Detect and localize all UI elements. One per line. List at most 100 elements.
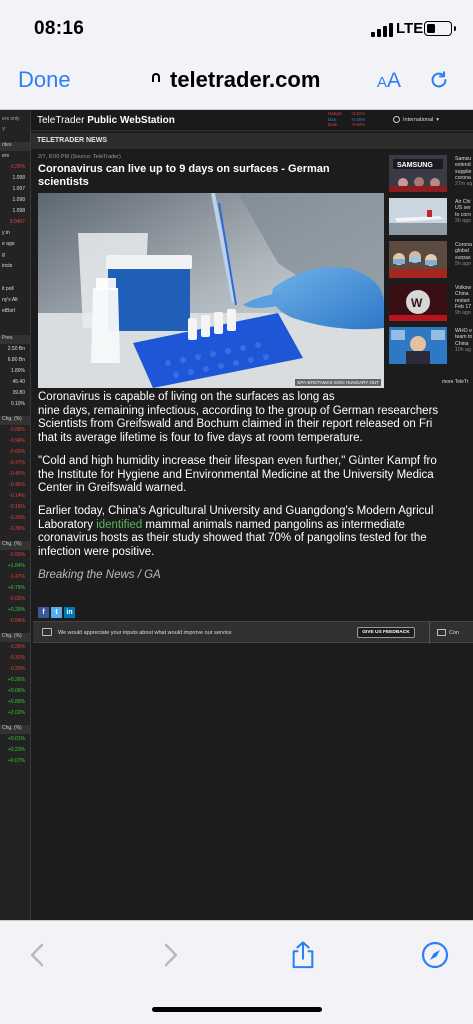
market-cell: -0.29%	[9, 644, 25, 650]
market-cell: +0.26%	[7, 677, 25, 683]
news-snippet: WHO e team to China 10h ag	[455, 328, 472, 353]
ticker-strip[interactable]: HangS -0.31% Dax -0.46% Dow -0.94%	[328, 111, 365, 128]
chat-icon	[42, 628, 52, 636]
p3-line: coronavirus hosts as their study showed …	[38, 532, 427, 545]
browser-toolbar	[0, 920, 473, 1024]
market-cell: -0.33%	[9, 515, 25, 521]
text-size-large-a: A	[387, 69, 402, 92]
more-news-link[interactable]: more TeleTr	[442, 379, 468, 385]
snippet-line: supplie	[455, 168, 472, 175]
status-bar: 08:16 LTE	[0, 0, 473, 52]
news-thumbnail	[389, 241, 447, 278]
ticker-row[interactable]: Dow -0.94%	[328, 122, 365, 128]
market-cell: +1.84%	[7, 563, 25, 569]
back-icon[interactable]	[24, 941, 52, 969]
article-headline: Coronavirus can live up to 9 days on sur…	[38, 163, 330, 188]
feedback-button[interactable]: GIVE US FEEDBACK	[357, 627, 415, 638]
market-cell: +0.07%	[7, 758, 25, 764]
column-header: Chg. (%)	[0, 633, 30, 642]
text-size-button[interactable]: AA	[377, 69, 401, 93]
p3-line: Earlier today, China's Agricultural Univ…	[38, 504, 434, 517]
news-time-ago: 10h ag	[455, 346, 471, 353]
market-cell: ers	[2, 153, 9, 159]
snippet-line: China	[455, 291, 469, 298]
feedback-text: We would appreciate your inputs about wh…	[58, 630, 232, 636]
clock: 08:16	[34, 18, 85, 39]
snippet-line: extend	[455, 162, 471, 169]
twitter-share-button[interactable]: t	[51, 607, 62, 618]
market-cell: -0.03%	[9, 596, 25, 602]
news-snippet: Air Chi US ser to coro 2h ago	[455, 199, 471, 224]
market-cell: 1.098	[12, 197, 25, 203]
share-icon[interactable]	[289, 941, 317, 969]
site-logo[interactable]: TeleTrader Public WebStation	[37, 115, 175, 126]
share-buttons: f t in	[38, 607, 75, 618]
market-cell: 45.40	[12, 379, 25, 385]
feedback-divider	[429, 622, 430, 644]
p3-line: Laboratory	[38, 518, 97, 531]
market-cell: it poll	[2, 286, 14, 292]
compass-icon[interactable]	[421, 941, 449, 969]
photo-credit: EPA-EFE/TAMAS SOKI HUNGARY OUT	[295, 379, 381, 386]
market-cell: -0.54%	[9, 618, 25, 624]
sidebar-news-item[interactable]: Air Chi US ser to coro 2h ago	[389, 198, 473, 236]
identified-link[interactable]: identified	[96, 519, 142, 531]
ticker-change: -0.94%	[351, 122, 366, 127]
article-signature: Breaking the News / GA	[38, 568, 161, 581]
linkedin-share-button[interactable]: in	[64, 607, 75, 618]
market-cell: etBorl	[2, 308, 16, 314]
facebook-share-button[interactable]: f	[38, 607, 49, 618]
market-cell: +2.02%	[7, 710, 25, 716]
market-cell: 2.50 Bn	[7, 346, 25, 352]
market-cell: -0.94%	[9, 438, 25, 444]
p1-line: Scientists from Greifswald and Bochum cl…	[38, 418, 433, 431]
sidebar-news-item[interactable]: SAMSUNG Samsu extend supplie corona 27m ag	[389, 155, 473, 193]
market-cell: -1.47%	[9, 574, 25, 580]
p1-line: nine days, remaining infectious, accordi…	[38, 404, 439, 417]
market-cell: -0.60%	[9, 449, 25, 455]
market-cell: 39.80	[12, 390, 25, 396]
news-thumbnail	[389, 327, 447, 364]
web-content: ers only Yrites ers -0.29% 1.098 1.097 1.098 1.…	[0, 110, 473, 920]
feedback-bar: We would appreciate your inputs about wh…	[33, 621, 473, 644]
market-cell: incts	[2, 263, 13, 269]
news-time-ago: 5h ago	[455, 260, 471, 267]
column-header: rites	[0, 142, 30, 151]
address-bar[interactable]: teletrader.com	[150, 67, 320, 324]
market-cell: e ago	[2, 241, 15, 247]
market-cell: -0.45%	[9, 471, 25, 477]
svg-text:SAMSUNG: SAMSUNG	[397, 162, 433, 169]
ticker-name: Dow	[328, 122, 338, 127]
news-thumbnail: SAMSUNG	[389, 155, 447, 192]
market-cell: 6.80 Bn	[7, 357, 25, 363]
brand-bold: Public WebStation	[87, 115, 175, 126]
p1-line: Coronavirus is capable of living on the …	[38, 391, 335, 403]
sidebar-news-item[interactable]: W Volksw China restart Feb 17 9h ago	[389, 284, 473, 322]
market-cell: 0.0467	[9, 219, 25, 225]
chevron-down-icon: ▾	[436, 116, 440, 123]
text-size-small-a: A	[377, 74, 388, 91]
sidebar-news-item[interactable]: WHO e team to China 10h ag	[389, 327, 473, 365]
forward-icon[interactable]	[156, 941, 184, 969]
done-button[interactable]: Done	[18, 67, 71, 93]
column-header: Chg. (%)	[0, 725, 30, 734]
news-time-ago: 9h ago	[455, 310, 471, 317]
news-thumbnail: W	[389, 284, 447, 321]
contact-link[interactable]: Con	[449, 630, 459, 636]
sidebar-news-item[interactable]: Corona global surpas 5h ago	[389, 241, 473, 279]
section-header: TELETRADER NEWS	[31, 133, 473, 149]
market-cell: 1.097	[12, 186, 25, 192]
reload-icon[interactable]	[428, 69, 450, 91]
region-selector[interactable]: International ▾	[393, 116, 439, 123]
svg-text:W: W	[411, 296, 423, 310]
left-market-column: ers only Yrites ers -0.29% 1.098 1.097 1.098 1.…	[0, 110, 31, 920]
market-cell: -0.32%	[9, 655, 25, 661]
news-snippet: Corona global surpas 5h ago	[455, 242, 472, 267]
p3-line: infection were positive.	[38, 546, 155, 559]
signal-icon	[371, 23, 393, 37]
news-snippet: Volksw China restart Feb 17 9h ago	[455, 285, 471, 316]
market-cell: 0.10%	[10, 401, 25, 407]
market-cell: -0.20%	[9, 666, 25, 672]
brand-light: TeleTrader	[37, 115, 85, 126]
market-cell: ny's Alt	[2, 297, 18, 303]
